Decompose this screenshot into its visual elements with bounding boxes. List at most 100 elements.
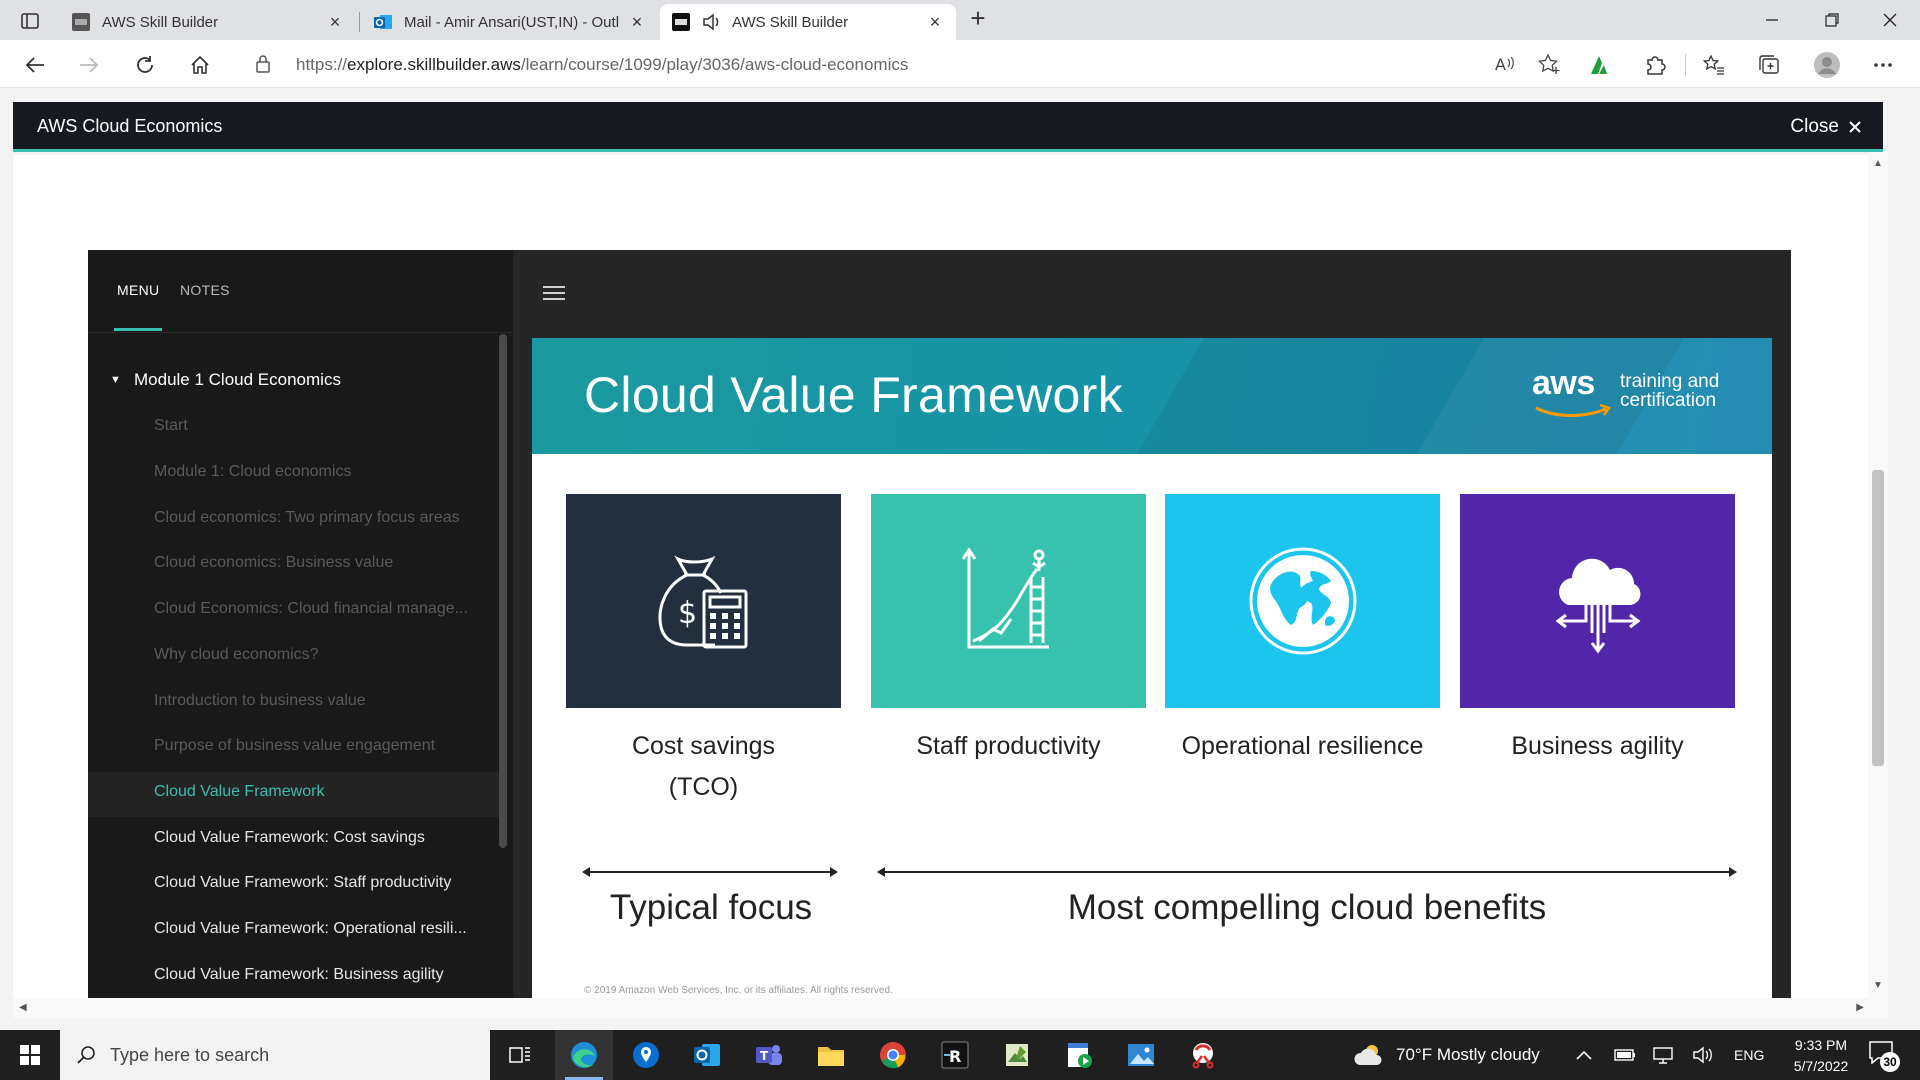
teams-icon: T bbox=[756, 1045, 782, 1065]
windows-logo-icon bbox=[20, 1045, 40, 1065]
address-bar[interactable]: https://explore.skillbuilder.aws/learn/c… bbox=[236, 46, 1580, 82]
teams-taskbar-icon[interactable]: T bbox=[740, 1030, 798, 1080]
course-title: AWS Cloud Economics bbox=[37, 116, 223, 136]
scroll-down-icon[interactable]: ▼ bbox=[1873, 980, 1883, 991]
url-text[interactable]: https://explore.skillbuilder.aws/learn/c… bbox=[296, 55, 908, 75]
module-toggle[interactable]: ▼ Module 1 Cloud Economics bbox=[110, 370, 341, 390]
lesson-item[interactable]: Cloud Value Framework: Staff productivit… bbox=[154, 874, 451, 892]
scrollbar-thumb[interactable] bbox=[1872, 470, 1884, 766]
forward-arrow-icon bbox=[80, 57, 99, 73]
new-tab-button[interactable]: + bbox=[965, 5, 991, 32]
close-tab-icon[interactable]: × bbox=[628, 13, 646, 31]
aws-training-logo: aws training and certification bbox=[1532, 364, 1732, 426]
outlook-taskbar-icon[interactable] bbox=[678, 1030, 736, 1080]
window-close-button[interactable] bbox=[1870, 6, 1910, 34]
tile-label: Operational resilience bbox=[1181, 732, 1424, 760]
close-course-button[interactable]: Close bbox=[1790, 116, 1861, 138]
chrome-taskbar-icon[interactable] bbox=[864, 1030, 922, 1080]
lesson-item[interactable]: Start bbox=[154, 417, 188, 435]
outlook-icon bbox=[694, 1044, 720, 1066]
task-view-icon bbox=[509, 1047, 530, 1063]
image-editor-taskbar-icon[interactable] bbox=[988, 1030, 1046, 1080]
extensions-button[interactable] bbox=[1640, 50, 1670, 80]
settings-more-button[interactable] bbox=[1868, 50, 1898, 80]
add-favorite-icon[interactable] bbox=[1538, 53, 1562, 80]
scroll-up-icon[interactable]: ▲ bbox=[1873, 158, 1883, 169]
forward-button[interactable] bbox=[74, 50, 104, 80]
search-placeholder: Type here to search bbox=[110, 1045, 270, 1065]
weather-widget[interactable]: 70°F Mostly cloudy bbox=[1354, 1030, 1540, 1080]
refresh-button[interactable] bbox=[130, 50, 160, 80]
edge-taskbar-icon[interactable] bbox=[555, 1030, 613, 1080]
compelling-benefits-label: Most compelling cloud benefits bbox=[1067, 888, 1547, 927]
system-clock[interactable]: 9:33 PM 5/7/2022 bbox=[1776, 1035, 1866, 1077]
page-horizontal-scrollbar[interactable]: ◀ ▶ bbox=[13, 998, 1888, 1018]
lesson-item[interactable]: Cloud economics: Business value bbox=[154, 554, 393, 572]
task-view-button[interactable] bbox=[491, 1030, 549, 1080]
maps-taskbar-icon[interactable] bbox=[617, 1030, 675, 1080]
restore-button[interactable] bbox=[1812, 6, 1852, 34]
browser-tab-2[interactable]: Mail - Amir Ansari(UST,IN) - Outl × bbox=[362, 4, 658, 40]
audio-playing-icon[interactable] bbox=[702, 13, 722, 31]
snipping-tool-taskbar-icon[interactable] bbox=[1174, 1030, 1232, 1080]
tile-operational-resilience bbox=[1165, 494, 1440, 708]
browser-tab-1[interactable]: AWS Skill Builder × bbox=[60, 4, 356, 40]
close-tab-icon[interactable]: × bbox=[926, 13, 944, 31]
extension-button[interactable] bbox=[1584, 50, 1614, 80]
tab-notes[interactable]: NOTES bbox=[180, 282, 230, 298]
page-vertical-scrollbar[interactable]: ▲ ▼ bbox=[1868, 152, 1888, 998]
back-arrow-icon bbox=[25, 57, 44, 73]
profile-button[interactable] bbox=[1812, 50, 1842, 80]
speaker-icon bbox=[1693, 1046, 1712, 1064]
hamburger-menu-icon[interactable] bbox=[543, 286, 565, 300]
lesson-item[interactable]: Cloud Economics: Cloud financial manage.… bbox=[154, 600, 468, 618]
battery-indicator[interactable] bbox=[1614, 1030, 1636, 1080]
tab-actions-button[interactable] bbox=[12, 8, 48, 34]
photos-taskbar-icon[interactable] bbox=[1112, 1030, 1170, 1080]
notification-count-badge: 30 bbox=[1880, 1052, 1900, 1072]
lesson-item[interactable]: Cloud Value Framework: Operational resil… bbox=[154, 920, 467, 938]
collections-button[interactable] bbox=[1754, 50, 1784, 80]
url-host: explore.skillbuilder.aws bbox=[347, 55, 521, 74]
start-button[interactable] bbox=[0, 1030, 60, 1080]
lesson-item[interactable]: Cloud Value Framework: Business agility bbox=[154, 966, 444, 984]
tab-menu[interactable]: MENU bbox=[117, 282, 159, 298]
lock-icon[interactable] bbox=[256, 55, 270, 73]
lesson-item-current[interactable]: Cloud Value Framework bbox=[154, 783, 324, 801]
lesson-item[interactable]: Module 1: Cloud economics bbox=[154, 463, 351, 481]
lesson-item[interactable]: Purpose of business value engagement bbox=[154, 737, 435, 755]
lesson-item[interactable]: Introduction to business value bbox=[154, 692, 366, 710]
lesson-item[interactable]: Cloud Value Framework: Cost savings bbox=[154, 829, 425, 847]
close-label: Close bbox=[1790, 116, 1839, 137]
sidebar-scrollbar[interactable] bbox=[499, 334, 507, 848]
taskbar-search[interactable]: Type here to search bbox=[60, 1030, 490, 1080]
show-hidden-icons-button[interactable] bbox=[1576, 1030, 1592, 1080]
logo-tagline: training and certification bbox=[1620, 371, 1720, 411]
scroll-right-icon[interactable]: ▶ bbox=[1856, 1002, 1864, 1013]
svg-text:A: A bbox=[1495, 55, 1506, 74]
browser-tab-3[interactable]: AWS Skill Builder × bbox=[660, 4, 956, 40]
network-indicator[interactable] bbox=[1652, 1030, 1674, 1080]
active-tab-indicator bbox=[114, 328, 162, 331]
slide-banner: Cloud Value Framework aws training and c… bbox=[532, 338, 1772, 454]
home-button[interactable] bbox=[185, 50, 215, 80]
input-language[interactable]: ENG bbox=[1734, 1030, 1764, 1080]
media-player-taskbar-icon[interactable] bbox=[1050, 1030, 1108, 1080]
course-header: AWS Cloud Economics Close bbox=[13, 102, 1883, 152]
file-explorer-taskbar-icon[interactable] bbox=[802, 1030, 860, 1080]
rstudio-taskbar-icon[interactable]: R bbox=[926, 1030, 984, 1080]
notification-center-button[interactable]: 30 bbox=[1868, 1040, 1900, 1072]
tab-title: Mail - Amir Ansari(UST,IN) - Outl bbox=[404, 13, 620, 31]
minimize-button[interactable] bbox=[1752, 6, 1792, 34]
read-aloud-icon[interactable]: A bbox=[1494, 53, 1516, 80]
favorites-icon bbox=[1703, 54, 1724, 75]
chevron-up-icon bbox=[1576, 1050, 1592, 1060]
lesson-item[interactable]: Cloud economics: Two primary focus areas bbox=[154, 509, 460, 527]
lesson-item[interactable]: Why cloud economics? bbox=[154, 646, 319, 664]
close-tab-icon[interactable]: × bbox=[326, 13, 344, 31]
volume-indicator[interactable] bbox=[1692, 1030, 1714, 1080]
windows-taskbar: Type here to search T R 70°F Mostly clou… bbox=[0, 1030, 1920, 1080]
back-button[interactable] bbox=[20, 50, 50, 80]
scroll-left-icon[interactable]: ◀ bbox=[19, 1002, 27, 1013]
favorites-button[interactable] bbox=[1699, 50, 1729, 80]
